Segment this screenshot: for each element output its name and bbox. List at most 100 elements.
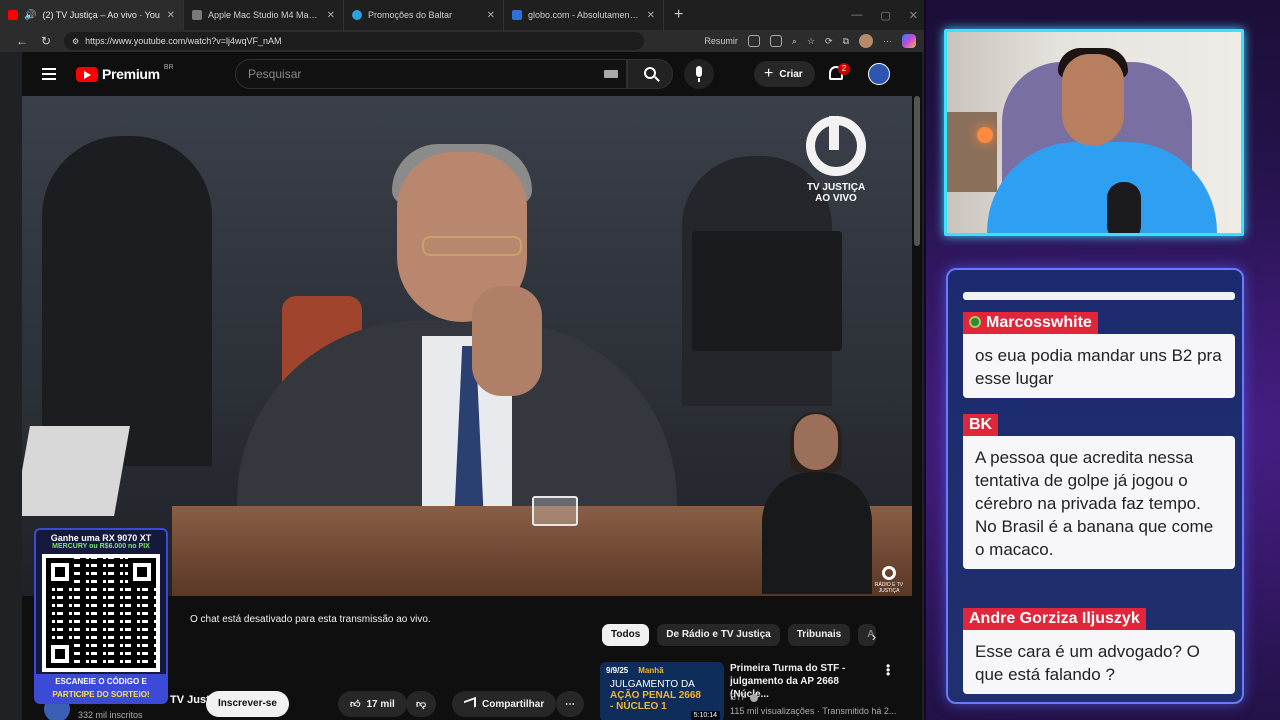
shelf (947, 112, 997, 192)
chevron-right-icon[interactable]: › (872, 630, 876, 644)
qr-finder (46, 558, 74, 586)
stream-chat-panel: Marcosswhite os eua podia mandar uns B2 … (946, 268, 1244, 704)
kebab-menu-icon[interactable]: • • • (886, 660, 890, 680)
share-icon (464, 696, 476, 712)
voice-search-mic-icon[interactable] (684, 59, 714, 89)
close-tab-icon[interactable]: ✕ (327, 10, 335, 21)
video-duration: 5:10:14 (690, 711, 720, 720)
collections-icon[interactable]: ⧉ (843, 36, 849, 47)
watermark-text: RÁDIO E TV JUSTIÇA (874, 582, 904, 594)
qr-finder (46, 640, 74, 668)
recommendation-thumbnail[interactable]: 9/9/25 Manhã JULGAMENTO DA AÇÃO PENAL 266… (600, 662, 724, 720)
apps-icon[interactable] (769, 35, 782, 47)
tab-title: globo.com - Absolutamente tudo (528, 10, 641, 20)
country-code: BR (163, 63, 174, 71)
copilot-icon[interactable] (902, 34, 916, 48)
subscribe-button[interactable]: Inscrever-se (206, 691, 289, 717)
speaker-icon: 🔊 (24, 9, 37, 21)
giveaway-overlay: Ganhe uma RX 9070 XT MERCURY ou R$6.000 … (34, 528, 168, 704)
tab-globo[interactable]: globo.com - Absolutamente tudo ✕ (504, 0, 664, 30)
page-scrollbar[interactable] (914, 96, 920, 246)
thumbs-down-icon: 👎︎ (416, 699, 427, 710)
youtube-play-icon (76, 66, 98, 82)
keyboard-icon[interactable] (604, 70, 618, 78)
profile-avatar[interactable] (859, 34, 873, 48)
close-tab-icon[interactable]: ✕ (167, 10, 175, 21)
plus-icon: + (764, 65, 774, 82)
back-arrow-icon[interactable]: ← (10, 34, 34, 48)
tab-youtube[interactable]: 🔊 (2) TV Justiça – Ao vivo · You ✕ (0, 0, 184, 30)
tab-baltar[interactable]: Promoções do Baltar ✕ (344, 0, 504, 30)
papers (22, 426, 130, 516)
close-tab-icon[interactable]: ✕ (487, 10, 495, 21)
youtube-logo[interactable]: Premium BR (76, 63, 174, 82)
maximize-icon[interactable]: ▢ (880, 9, 890, 22)
recommendation-channel[interactable]: STF (730, 692, 758, 702)
search-button[interactable] (627, 59, 673, 89)
water-glass (532, 496, 578, 526)
address-bar-row: ← ↻ ⚙ https://www.youtube.com/watch?v=lj… (0, 30, 924, 52)
translate-icon[interactable] (747, 35, 760, 47)
close-tab-icon[interactable]: ✕ (647, 10, 655, 21)
recommendation-meta: 115 mil visualizações · Transmitido há 2… (730, 706, 897, 716)
previous-message-edge (963, 292, 1235, 300)
giveaway-subtitle: MERCURY ou R$6.000 no PIX (52, 543, 150, 550)
thumb-period: Manhã (638, 666, 664, 675)
site-info-icon[interactable]: ⚙ (72, 37, 79, 46)
extensions-icon[interactable]: ⟳ (825, 36, 833, 47)
favorite-star-icon[interactable]: ☆ (807, 36, 815, 47)
thumb-line-1: JULGAMENTO DA (610, 679, 695, 690)
close-window-icon[interactable]: ✕ (909, 9, 918, 22)
subscriber-count: 332 mil inscritos (78, 710, 143, 720)
qr-code[interactable] (42, 554, 160, 672)
minimize-icon[interactable]: — (851, 9, 862, 21)
thumb-line-2: AÇÃO PENAL 2668 (610, 690, 701, 701)
verified-icon (750, 693, 758, 702)
telegram-favicon-icon (352, 10, 362, 20)
tv-justica-logo-icon (806, 116, 866, 176)
chat-username: Marcosswhite (963, 312, 1098, 334)
thumb-date: 9/9/25 (606, 666, 629, 675)
tv-justica-logo: TV JUSTIÇA AO VIVO (802, 116, 870, 204)
globo-favicon-icon (512, 10, 522, 20)
youtube-favicon-icon (8, 10, 18, 20)
summarize-button[interactable]: Resumir (704, 36, 738, 46)
more-menu-icon[interactable]: ⋯ (883, 36, 892, 47)
user-avatar[interactable] (868, 63, 890, 85)
share-label: Compartilhar (482, 698, 545, 710)
video-player[interactable]: TV JUSTIÇA AO VIVO RÁDIO E TV JUSTIÇA (22, 96, 912, 596)
lamp (977, 127, 993, 143)
search-placeholder: Pesquisar (248, 67, 302, 81)
browser-window: 🔊 (2) TV Justiça – Ao vivo · You ✕ Apple… (0, 0, 924, 720)
chip-tribunais[interactable]: Tribunais (787, 624, 851, 646)
more-actions-button[interactable]: ⋯ (556, 691, 584, 717)
window-controls: — ▢ ✕ (851, 0, 918, 30)
chat-message-text: A pessoa que acredita nessa tentativa de… (963, 436, 1235, 569)
chip-radio-tv-justica[interactable]: De Rádio e TV Justiça (657, 624, 780, 646)
radio-tv-justica-watermark: RÁDIO E TV JUSTIÇA (874, 566, 904, 594)
url-field[interactable]: ⚙ https://www.youtube.com/watch?v=lj4wqV… (64, 32, 644, 50)
tab-title: (2) TV Justiça – Ao vivo · You (42, 10, 160, 20)
tab-mac-studio[interactable]: Apple Mac Studio M4 Max 16-co ✕ (184, 0, 344, 30)
share-button[interactable]: Compartilhar (452, 691, 557, 717)
search-input[interactable]: Pesquisar (235, 59, 627, 89)
chat-message-text: Esse cara é um advogado? O que está fala… (963, 630, 1235, 694)
more-horizontal-icon: ⋯ (565, 698, 575, 710)
logo-line-1: TV JUSTIÇA (806, 182, 866, 193)
dislike-button[interactable]: 👎︎ (406, 691, 437, 717)
menu-icon[interactable] (42, 68, 56, 80)
refresh-icon[interactable]: ↻ (34, 34, 58, 48)
giveaway-cta: ESCANEIE O CÓDIGO E PARTICIPE DO SORTEIO… (36, 674, 166, 702)
new-tab-icon[interactable]: + (664, 6, 693, 24)
streamer-webcam (944, 29, 1244, 236)
recommendation-channel-name: STF (730, 692, 747, 702)
qr-finder (128, 558, 156, 586)
chat-username: Andre Gorziza Iljuszyk (963, 608, 1146, 630)
zoom-icon[interactable]: ⌕ (792, 36, 797, 47)
laptop (692, 231, 842, 351)
toolbar-actions: Resumir ⌕ ☆ ⟳ ⧉ ⋯ (704, 34, 924, 48)
chip-all[interactable]: Todos (602, 624, 650, 646)
like-button[interactable]: 👍︎ 17 mil (338, 691, 407, 717)
create-button[interactable]: + Criar (754, 61, 815, 87)
sign-language-interpreter (752, 412, 882, 594)
